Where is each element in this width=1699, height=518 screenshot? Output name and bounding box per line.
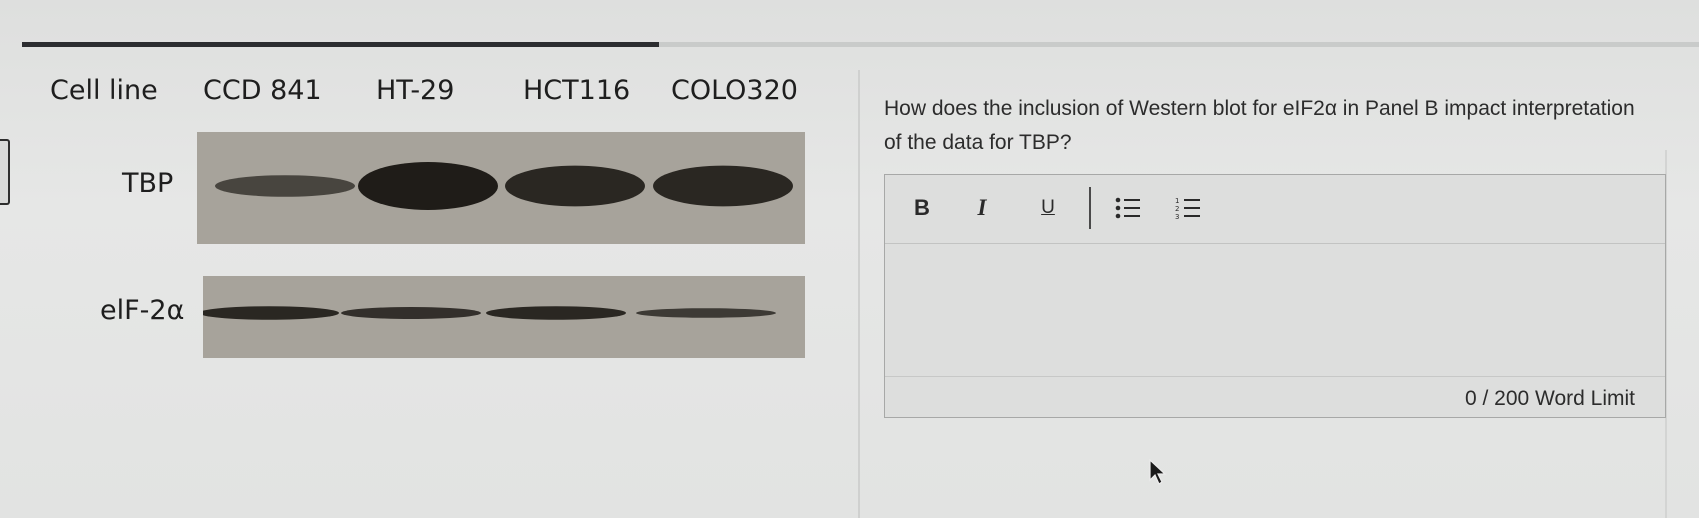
toolbar-separator — [1089, 187, 1091, 229]
underline-button[interactable]: U — [1031, 191, 1065, 225]
panel-divider — [858, 70, 860, 518]
answer-editor: B I U 1 2 3 0 / 200 Word Limit — [884, 174, 1666, 418]
numbered-list-button[interactable]: 1 2 3 — [1171, 191, 1205, 225]
band-4 — [653, 165, 793, 207]
word-count: 0 / 200 Word Limit — [1464, 387, 1635, 410]
band-1 — [215, 175, 355, 197]
lane-label-3: HCT116 — [523, 75, 631, 106]
band-1 — [203, 306, 339, 320]
bold-icon: B — [914, 195, 930, 220]
answer-textarea[interactable] — [885, 244, 1665, 376]
row-label-tbp: TBP — [122, 168, 174, 199]
bulleted-list-button[interactable] — [1111, 191, 1145, 225]
blot-panel-tbp — [197, 132, 805, 244]
western-blot-figure: Cell line CCD 841 HT-29 HCT116 COLO320 T… — [0, 0, 860, 518]
lane-label-4: COLO320 — [671, 75, 798, 106]
svg-text:1: 1 — [1175, 197, 1179, 205]
editor-toolbar: B I U 1 2 3 — [885, 175, 1665, 244]
mouse-pointer-icon — [1149, 458, 1167, 485]
band-2 — [341, 307, 481, 319]
italic-icon: I — [977, 195, 987, 220]
band-3 — [505, 165, 645, 207]
underline-icon: U — [1041, 197, 1055, 218]
lane-label-2: HT-29 — [376, 75, 455, 106]
band-3 — [486, 306, 626, 320]
numbered-list-icon: 1 2 3 — [1175, 197, 1200, 220]
question-text: How does the inclusion of Western blot f… — [884, 97, 1635, 154]
lane-label-1: CCD 841 — [203, 75, 322, 106]
row-label-eif2a: elF-2α — [100, 295, 185, 326]
svg-text:3: 3 — [1175, 213, 1179, 220]
svg-text:2: 2 — [1175, 205, 1179, 213]
italic-button[interactable]: I — [965, 191, 999, 225]
blot-panel-eif2a — [203, 276, 805, 358]
band-2 — [358, 162, 498, 210]
blot-image-eif2a — [203, 306, 776, 320]
bulleted-list-icon — [1115, 197, 1140, 219]
word-limit-bar: 0 / 200 Word Limit — [885, 376, 1665, 417]
cell-line-header: Cell line — [50, 75, 158, 106]
blot-image-tbp — [215, 162, 793, 210]
band-4 — [636, 308, 776, 318]
bold-button[interactable]: B — [905, 191, 939, 225]
